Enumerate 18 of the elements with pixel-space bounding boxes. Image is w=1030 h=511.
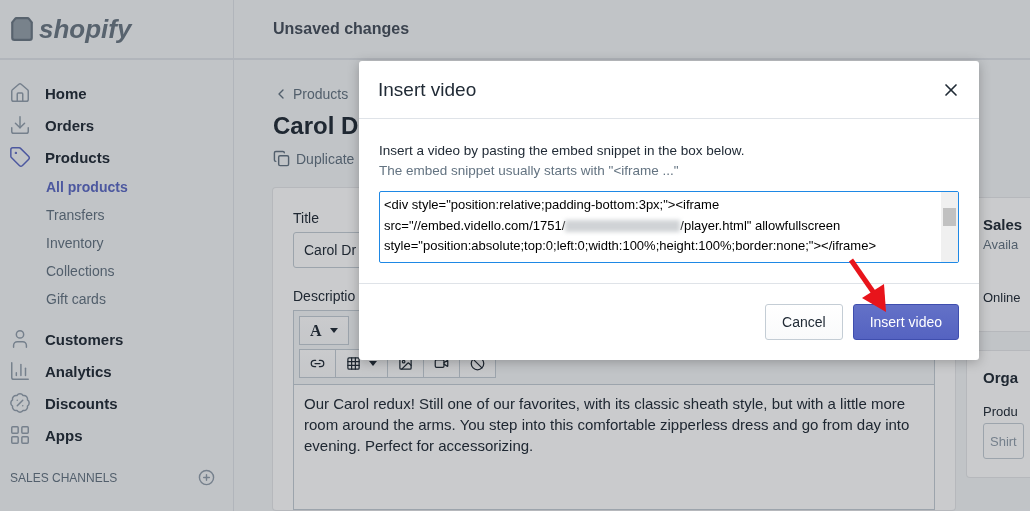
logo-text: shopify	[39, 13, 132, 45]
card-heading: Sales	[983, 216, 1023, 233]
field-label: Title	[293, 210, 319, 226]
modal-title: Insert video	[378, 78, 477, 101]
section-heading: SALES CHANNELS	[10, 470, 118, 485]
instructions-text: Insert a video by pasting the embed snippet in the box below.	[379, 142, 746, 160]
hint-text: The embed snippet usually starts with "<iframe ..."	[379, 162, 680, 180]
top-bar-title: Unsaved changes	[273, 20, 410, 38]
code-line: <div style="position:relative;padding-bottom:3px;"><iframe	[384, 196, 721, 214]
description-text: Our Carol redux! Still one of our favorites, with its classic sheath style, but with a little more room around the arms. You step into this comfortable zipperless dress and go from day into evening. Perfect for accessorizing.	[303, 394, 911, 456]
page-title: Carol D	[273, 112, 360, 140]
card-heading: Orga	[983, 369, 1018, 386]
channel-row-text: Online	[983, 290, 1021, 307]
code-line: style="position:absolute;top:0;left:0;width:100%;height:100%;border:none;"></iframe>	[384, 237, 877, 255]
card-subtext: Availa	[983, 237, 1019, 252]
field-label: Produ	[983, 404, 1018, 419]
code-line: src="//embed.vidello.com/1751/ /player.html" allowfullscreen	[384, 216, 842, 235]
field-label: Descriptio	[293, 288, 356, 304]
